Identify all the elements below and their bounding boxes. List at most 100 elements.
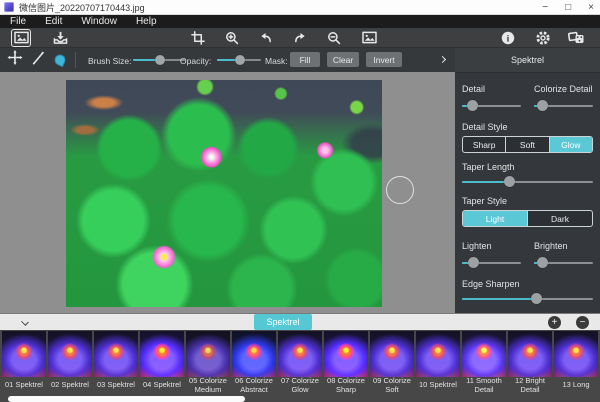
zoom-out-button[interactable] xyxy=(324,29,344,47)
brush-size-label: Brush Size: xyxy=(88,56,131,66)
preset-thumbnail[interactable]: 07 Colorize Glow xyxy=(278,331,322,394)
image-frame-icon xyxy=(14,31,29,44)
mask-fill-button[interactable]: Fill xyxy=(290,52,320,67)
detail-slider[interactable] xyxy=(462,100,521,112)
redo-icon xyxy=(293,31,307,44)
app-icon xyxy=(4,2,14,12)
window-title: 微信图片_20220707170443.jpg xyxy=(19,1,542,14)
crop-button[interactable] xyxy=(188,29,208,47)
menu-item[interactable]: Help xyxy=(136,16,157,27)
mask-brush-tool-button[interactable] xyxy=(55,55,66,66)
preset-thumbnail-label: 13 Long xyxy=(554,377,598,394)
preset-thumbnail-image xyxy=(48,331,92,377)
brighten-slider[interactable] xyxy=(534,257,593,269)
preset-thumbnail-image xyxy=(186,331,230,377)
lighten-slider[interactable] xyxy=(462,257,521,269)
preset-strip: 01 Spektrel 02 Spektrel 03 Spektrel 04 S… xyxy=(0,330,600,402)
detail-style-label: Detail Style xyxy=(462,122,593,132)
collapse-strip-chevron-icon[interactable] xyxy=(21,318,29,326)
preset-thumbnail[interactable]: 09 Colorize Soft xyxy=(370,331,414,394)
edge-sharpen-label: Edge Sharpen xyxy=(462,279,593,289)
image-preview-icon xyxy=(362,31,377,44)
edge-sharpen-slider[interactable] xyxy=(462,293,593,305)
panel-header: Spektrel xyxy=(455,48,600,72)
mask-label: Mask: xyxy=(265,56,288,66)
preset-thumbnail[interactable]: 03 Spektrel xyxy=(94,331,138,394)
preset-thumbnail[interactable]: 04 Spektrel xyxy=(140,331,184,394)
preset-thumbnail[interactable]: 08 Colorize Sharp xyxy=(324,331,368,394)
randomize-dice-icon xyxy=(568,31,585,44)
maximize-button[interactable]: □ xyxy=(565,1,571,14)
preset-thumbnail[interactable]: 02 Spektrel xyxy=(48,331,92,394)
preset-thumbnail-image xyxy=(140,331,184,377)
preset-thumbnail-list: 01 Spektrel 02 Spektrel 03 Spektrel 04 S… xyxy=(0,330,600,394)
image-preview-button[interactable] xyxy=(359,29,379,47)
colorize-detail-slider[interactable] xyxy=(534,100,593,112)
info-button[interactable]: i xyxy=(498,29,518,47)
menu-item[interactable]: File xyxy=(10,16,26,27)
preset-thumbnail-label: 11 Smooth Detail xyxy=(462,377,506,394)
preset-category-tab[interactable]: Spektrel xyxy=(254,314,312,330)
menu-item[interactable]: Edit xyxy=(45,16,62,27)
image-frame-button[interactable] xyxy=(11,29,31,47)
mask-invert-button[interactable]: Invert xyxy=(366,52,402,67)
crop-icon xyxy=(191,31,205,45)
detail-style-sharp[interactable]: Sharp xyxy=(463,137,505,152)
preset-thumbnail[interactable]: 05 Colorize Medium xyxy=(186,331,230,394)
taper-style-dark[interactable]: Dark xyxy=(527,211,592,226)
opacity-slider[interactable] xyxy=(217,54,261,66)
toolbar-divider xyxy=(75,52,76,68)
lighten-label: Lighten xyxy=(462,241,492,251)
preset-thumbnail[interactable]: 06 Colorize Abstract xyxy=(232,331,276,394)
strip-scrollbar[interactable] xyxy=(8,396,245,402)
preset-thumbnail-image xyxy=(462,331,506,377)
remove-preset-button[interactable]: − xyxy=(576,316,589,329)
colorize-detail-label: Colorize Detail xyxy=(534,84,593,94)
image-canvas[interactable] xyxy=(66,80,382,307)
import-image-button[interactable] xyxy=(50,29,70,47)
taper-style-light[interactable]: Light xyxy=(463,211,527,226)
brush-size-slider[interactable] xyxy=(133,54,185,66)
canvas-workspace xyxy=(0,72,455,313)
zoom-out-icon xyxy=(327,31,341,45)
move-tool-button[interactable] xyxy=(8,50,23,70)
undo-button[interactable] xyxy=(256,29,276,47)
randomize-button[interactable] xyxy=(566,29,586,47)
detail-style-glow[interactable]: Glow xyxy=(549,137,592,152)
collapse-panel-chevron-icon[interactable] xyxy=(439,56,446,63)
move-icon xyxy=(8,50,23,65)
settings-button[interactable] xyxy=(533,29,553,47)
menu-item[interactable]: Window xyxy=(81,16,117,27)
preset-thumbnail-label: 09 Colorize Soft xyxy=(370,377,414,394)
info-icon: i xyxy=(501,31,515,45)
preset-thumbnail-image xyxy=(508,331,552,377)
preset-thumbnail[interactable]: 11 Smooth Detail xyxy=(462,331,506,394)
preset-thumbnail[interactable]: 01 Spektrel xyxy=(2,331,46,394)
preset-thumbnail-image xyxy=(554,331,598,377)
titlebar: 微信图片_20220707170443.jpg − □ × xyxy=(0,0,600,15)
preset-thumbnail-image xyxy=(94,331,138,377)
preset-thumbnail-image xyxy=(324,331,368,377)
preset-thumbnail[interactable]: 10 Spektrel xyxy=(416,331,460,394)
redo-button[interactable] xyxy=(290,29,310,47)
close-button[interactable]: × xyxy=(588,1,594,14)
preset-thumbnail-label: 07 Colorize Glow xyxy=(278,377,322,394)
mask-clear-button[interactable]: Clear xyxy=(327,52,359,67)
zoom-in-button[interactable] xyxy=(222,29,242,47)
paintbrush-tool-button[interactable] xyxy=(31,51,45,70)
minimize-button[interactable]: − xyxy=(542,1,548,14)
preset-thumbnail-label: 10 Spektrel xyxy=(416,377,460,394)
taper-style-segmented: Light Dark xyxy=(462,210,593,227)
detail-style-segmented: Sharp Soft Glow xyxy=(462,136,593,153)
preset-thumbnail-image xyxy=(370,331,414,377)
menubar: File Edit Window Help xyxy=(0,15,600,28)
preset-thumbnail[interactable]: 13 Long xyxy=(554,331,598,394)
panel-title: Spektrel xyxy=(511,55,544,65)
mask-brush-icon xyxy=(53,53,68,68)
preset-category-bar: Spektrel + − xyxy=(0,313,600,330)
detail-style-soft[interactable]: Soft xyxy=(505,137,548,152)
add-preset-button[interactable]: + xyxy=(548,316,561,329)
brush-toolbar: Brush Size: Opacity: Mask: Fill Clear In… xyxy=(0,48,455,72)
taper-length-slider[interactable] xyxy=(462,176,593,188)
preset-thumbnail[interactable]: 12 Bright Detail xyxy=(508,331,552,394)
